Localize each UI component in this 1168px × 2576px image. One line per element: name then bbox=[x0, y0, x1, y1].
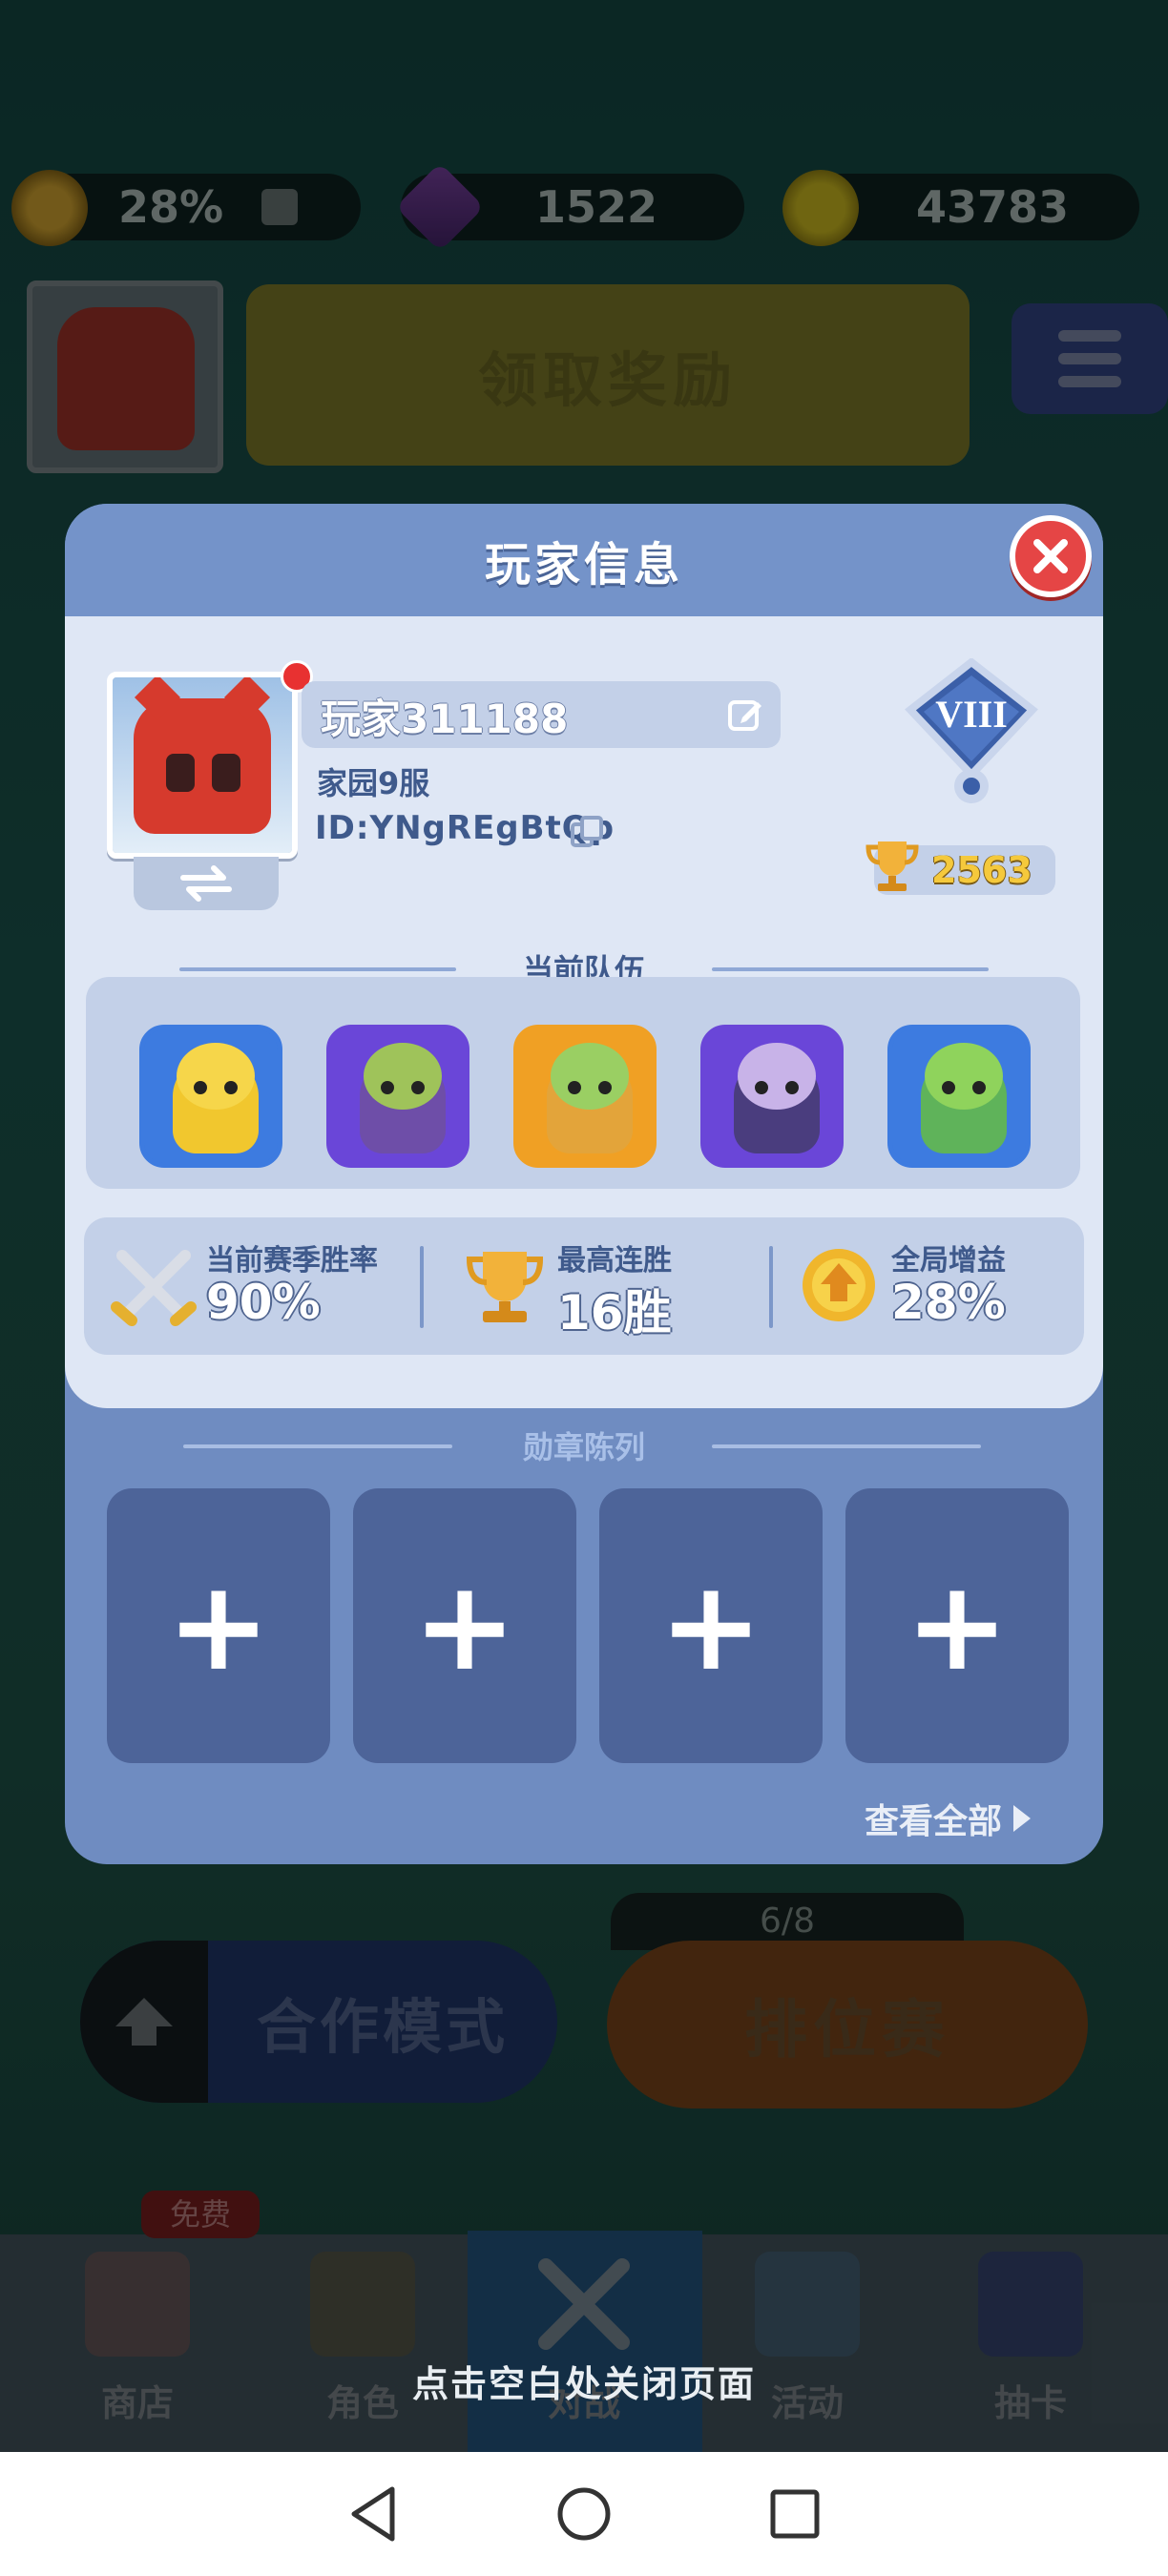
divider bbox=[420, 1246, 424, 1328]
hero-head bbox=[364, 1043, 442, 1110]
home-circle-icon bbox=[557, 2487, 611, 2541]
crossed-swords-icon bbox=[111, 1250, 197, 1326]
stat-label: 全局增益 bbox=[891, 1244, 1006, 1278]
trophy-icon bbox=[466, 1252, 544, 1322]
stat-win-streak: 最高连胜 16胜 bbox=[462, 1217, 748, 1355]
stat-value: 28% bbox=[891, 1275, 1006, 1330]
close-hint: 点击空白处关闭页面 bbox=[411, 2363, 756, 2405]
dialog-title: 玩家信息 bbox=[484, 538, 683, 592]
hero-shadow-mage[interactable] bbox=[700, 1025, 844, 1168]
swap-arrows-icon bbox=[180, 865, 232, 902]
divider bbox=[712, 967, 989, 971]
stat-value: 90% bbox=[206, 1275, 321, 1330]
divider bbox=[769, 1246, 773, 1328]
add-medal-label: + bbox=[412, 1553, 517, 1698]
svg-text:VIII: VIII bbox=[935, 693, 1008, 736]
hero-head bbox=[177, 1043, 255, 1110]
trophy-count: 2563 bbox=[931, 849, 1032, 891]
medal-slot[interactable]: + bbox=[353, 1488, 576, 1763]
trophy-icon bbox=[866, 841, 919, 891]
hero-head bbox=[925, 1043, 1003, 1110]
player-avatar[interactable] bbox=[107, 672, 298, 859]
play-arrow-icon bbox=[1013, 1805, 1032, 1832]
hero-head bbox=[738, 1043, 816, 1110]
stat-value: 16胜 bbox=[557, 1285, 672, 1340]
stat-label: 当前赛季胜率 bbox=[206, 1244, 378, 1278]
system-navigation-bar bbox=[0, 2452, 1168, 2576]
stat-global-boost: 全局增益 28% bbox=[796, 1217, 1073, 1355]
medal-slot[interactable]: + bbox=[107, 1488, 330, 1763]
add-medal-label: + bbox=[658, 1553, 763, 1698]
hero-leaf-brawler[interactable] bbox=[887, 1025, 1031, 1168]
swap-avatar-button[interactable] bbox=[134, 857, 279, 910]
hero-head bbox=[551, 1043, 629, 1110]
close-button[interactable] bbox=[1010, 515, 1092, 597]
hero-golden-warrior[interactable] bbox=[139, 1025, 282, 1168]
medal-slot[interactable]: + bbox=[599, 1488, 823, 1763]
medal-slot[interactable]: + bbox=[845, 1488, 1069, 1763]
player-info-dialog: 玩家信息 玩家311188 家园9服 ID:YNgREgBtQp VIII 25… bbox=[65, 504, 1103, 1864]
dialog-body: 玩家311188 家园9服 ID:YNgREgBtQp VIII 2563 当前… bbox=[65, 616, 1103, 1408]
dialog-header: 玩家信息 bbox=[65, 504, 1103, 616]
player-name: 玩家311188 bbox=[321, 696, 569, 742]
current-team bbox=[86, 977, 1080, 1189]
back-triangle-icon bbox=[351, 2486, 395, 2542]
recents-square-icon bbox=[770, 2489, 820, 2539]
divider bbox=[712, 1444, 981, 1448]
back-button[interactable] bbox=[335, 2476, 411, 2552]
hero-goblin-engineer[interactable] bbox=[326, 1025, 469, 1168]
view-all-button[interactable]: 查看全部 bbox=[865, 1794, 1032, 1843]
add-medal-label: + bbox=[905, 1553, 1010, 1698]
add-medal-label: + bbox=[166, 1553, 271, 1698]
stat-label: 最高连胜 bbox=[557, 1244, 672, 1278]
home-button[interactable] bbox=[546, 2476, 622, 2552]
view-all-label: 查看全部 bbox=[865, 1802, 1003, 1841]
boost-crown-icon bbox=[803, 1249, 875, 1321]
player-stats: 当前赛季胜率 90% 最高连胜 16胜 全局增益 28% bbox=[84, 1217, 1084, 1355]
close-icon bbox=[1033, 539, 1068, 573]
player-server: 家园9服 bbox=[317, 765, 430, 801]
rank-viii-badge-icon[interactable]: VIII bbox=[903, 658, 1040, 811]
copy-icon[interactable] bbox=[569, 815, 607, 849]
hero-king-of-jungle[interactable] bbox=[513, 1025, 657, 1168]
edit-icon[interactable] bbox=[727, 696, 763, 733]
player-name-box: 玩家311188 bbox=[302, 681, 781, 748]
stat-win-rate: 当前赛季胜率 90% bbox=[111, 1217, 426, 1355]
recents-button[interactable] bbox=[757, 2476, 833, 2552]
